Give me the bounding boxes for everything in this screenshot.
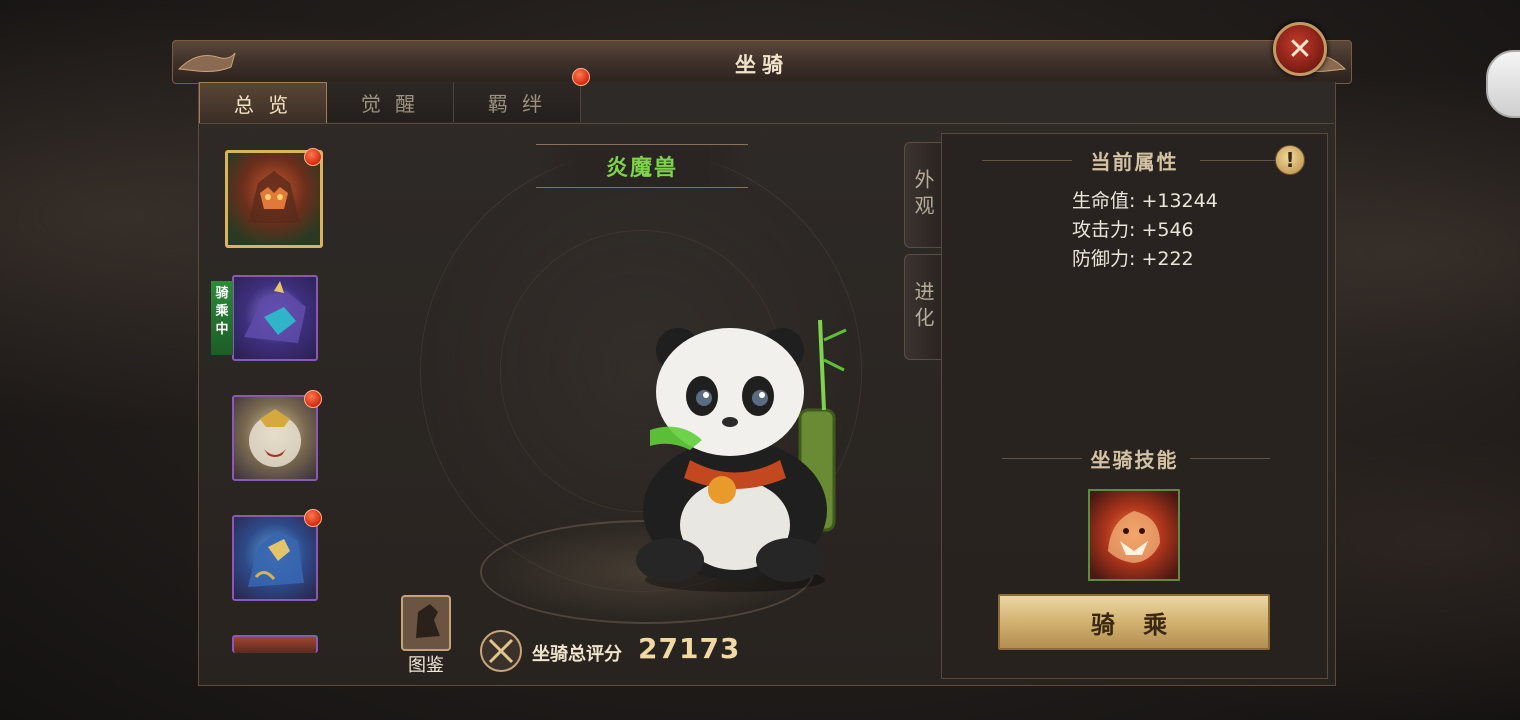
exclamation-icon: !	[1285, 148, 1295, 172]
total-score: 坐骑总评分 27173	[478, 628, 748, 674]
tab-appearance[interactable]: 外观	[904, 142, 941, 248]
tab-label: 羁 绊	[487, 91, 547, 116]
riding-status-tag: 骑乘中	[211, 281, 233, 355]
window-title: 坐骑	[735, 53, 789, 77]
horse-book-icon	[401, 595, 451, 651]
stat-defense: 防御力: +222	[1072, 248, 1194, 270]
mount-1-notification-dot	[304, 148, 322, 166]
stat-attack: 攻击力: +546	[1072, 219, 1194, 241]
panda-mount-model	[636, 319, 847, 592]
ride-button[interactable]: 骑 乘	[998, 594, 1270, 650]
tab-overview[interactable]: 总 览	[199, 82, 327, 124]
score-value: 27173	[638, 632, 741, 665]
close-button[interactable]: ✕	[1273, 22, 1327, 76]
side-tab-label: 进化	[911, 281, 935, 333]
dragon-portrait	[244, 281, 306, 343]
tab-label: 总 览	[233, 92, 293, 117]
notification-dot	[572, 68, 590, 86]
title-bar: 坐骑	[172, 40, 1352, 84]
info-button[interactable]: !	[1275, 145, 1305, 175]
tab-evolve[interactable]: 进化	[904, 254, 941, 360]
stat-hp: 生命值: +13244	[1072, 190, 1218, 212]
mount-slot-5[interactable]	[232, 635, 318, 653]
mount-slot-4[interactable]	[232, 515, 318, 601]
side-tab-label: 外观	[911, 169, 935, 221]
tab-bond[interactable]: 羁 绊	[454, 68, 590, 122]
tab-awaken[interactable]: 觉 醒	[327, 82, 454, 122]
current-attributes-title: 当前属性	[1090, 150, 1179, 174]
ride-button-label: 骑 乘	[1090, 610, 1178, 639]
mount-name: 炎魔兽	[605, 156, 678, 181]
mount-skills-title: 坐骑技能	[1090, 448, 1179, 472]
codex-label: 图鉴	[408, 655, 444, 676]
griffin-portrait	[248, 531, 304, 587]
mount-4-notification-dot	[304, 509, 322, 527]
crossed-swords-icon	[480, 630, 522, 672]
mount-slot-2[interactable]	[232, 275, 318, 361]
mount-name-plate: 炎魔兽	[536, 144, 748, 188]
fire-beast-portrait	[248, 171, 300, 223]
tab-bar: 总 览 觉 醒 羁 绊	[199, 68, 590, 124]
lion-portrait	[249, 409, 301, 467]
tab-divider	[198, 123, 1334, 124]
score-label: 坐骑总评分	[532, 644, 622, 665]
tab-label: 觉 醒	[360, 91, 420, 116]
tiger-fire-skill-icon	[1108, 511, 1160, 563]
mount-slot-3[interactable]	[232, 395, 318, 481]
close-icon: ✕	[1287, 31, 1313, 67]
mount-3-notification-dot	[304, 390, 322, 408]
mount-skill-slot[interactable]	[1088, 489, 1180, 581]
